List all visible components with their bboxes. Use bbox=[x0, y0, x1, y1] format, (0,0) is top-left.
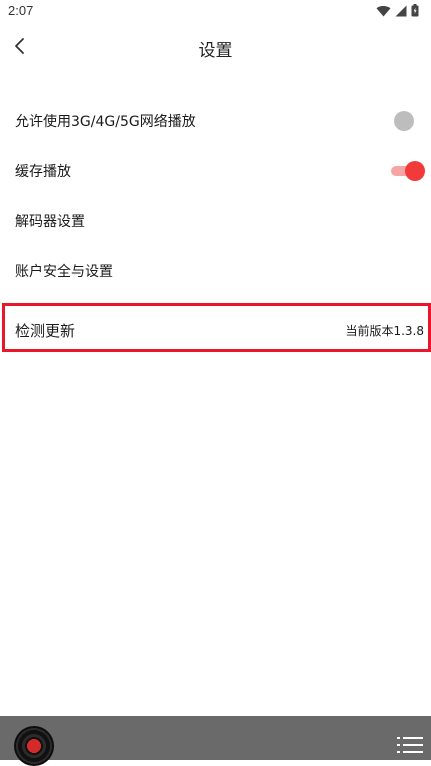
setting-label: 允许使用3G/4G/5G网络播放 bbox=[15, 114, 196, 130]
header: 设置 bbox=[0, 24, 431, 72]
toggle-knob bbox=[405, 161, 425, 181]
status-time: 2:07 bbox=[8, 3, 34, 18]
toggle-knob bbox=[394, 111, 414, 131]
signal-icon bbox=[395, 2, 407, 21]
check-update-row[interactable]: 检测更新 当前版本1.3.8 bbox=[2, 303, 431, 352]
playlist-button[interactable] bbox=[397, 736, 423, 758]
playlist-icon bbox=[397, 737, 423, 762]
current-version: 当前版本1.3.8 bbox=[345, 324, 424, 338]
wifi-icon bbox=[376, 2, 391, 21]
setting-label: 缓存播放 bbox=[15, 164, 71, 180]
setting-network-playback[interactable]: 允许使用3G/4G/5G网络播放 bbox=[0, 96, 431, 146]
cache-playback-toggle[interactable] bbox=[389, 160, 425, 182]
network-playback-toggle[interactable] bbox=[389, 110, 419, 132]
setting-account-security[interactable]: 账户安全与设置 bbox=[0, 246, 431, 296]
check-update-label: 检测更新 bbox=[15, 322, 76, 340]
status-bar: 2:07 bbox=[0, 0, 431, 24]
setting-label: 解码器设置 bbox=[15, 214, 85, 230]
battery-icon bbox=[411, 2, 419, 21]
player-bar bbox=[0, 716, 431, 766]
setting-cache-playback[interactable]: 缓存播放 bbox=[0, 146, 431, 196]
setting-label: 账户安全与设置 bbox=[15, 264, 113, 280]
page-title: 设置 bbox=[198, 41, 233, 61]
status-icons bbox=[376, 2, 419, 21]
vinyl-disc-icon[interactable] bbox=[14, 726, 54, 766]
settings-list: 允许使用3G/4G/5G网络播放 缓存播放 解码器设置 账户安全与设置 bbox=[0, 96, 431, 296]
setting-decoder[interactable]: 解码器设置 bbox=[0, 196, 431, 246]
